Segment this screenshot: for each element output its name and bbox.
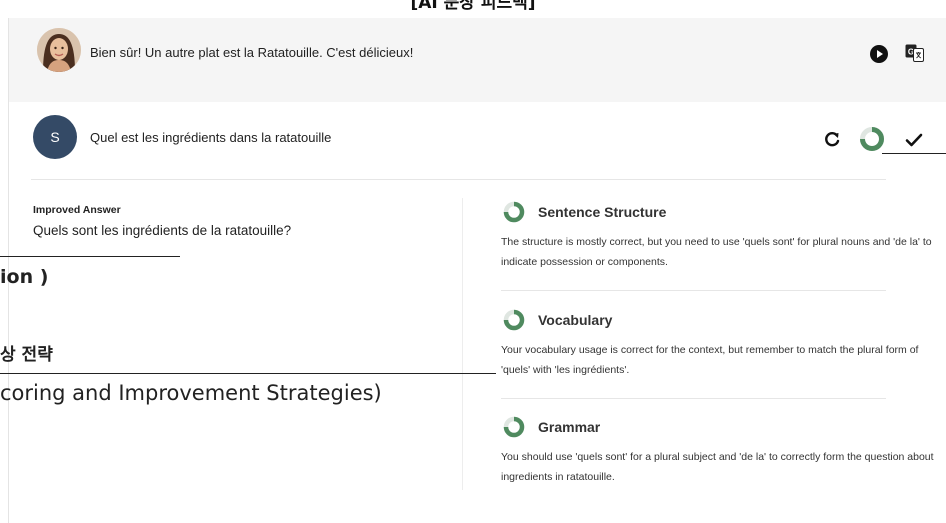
feedback-divider	[501, 398, 886, 399]
feedback-header: Sentence Structure	[501, 200, 941, 224]
ai-avatar	[37, 28, 81, 72]
score-ring-icon[interactable]	[859, 126, 885, 152]
column-divider	[462, 198, 463, 490]
user-message-row: S Quel est les ingrédients dans la ratat…	[9, 102, 946, 180]
ai-message-text: Bien sûr! Un autre plat est la Ratatouil…	[90, 45, 414, 60]
user-message-text: Quel est les ingrédients dans la ratatou…	[90, 130, 332, 145]
annotation-text: 상 전략	[0, 345, 53, 365]
feedback-text: You should use 'quels sont' for a plural…	[501, 451, 934, 483]
feedback-header: Vocabulary	[501, 308, 941, 332]
improved-answer-text: Quels sont les ingrédients de la ratatou…	[33, 223, 292, 238]
feedback-text: Your vocabulary usage is correct for the…	[501, 344, 919, 376]
feedback-item-vocabulary: Vocabulary Your vocabulary usage is corr…	[501, 308, 941, 380]
top-caption: [AI 문장 피드백]	[410, 0, 536, 13]
section-divider	[31, 179, 886, 180]
annotation-text: ion )	[0, 266, 49, 288]
annotation-line	[0, 256, 180, 257]
feedback-title: Grammar	[538, 419, 601, 435]
annotation-line	[0, 373, 496, 374]
feedback-header: Grammar	[501, 415, 941, 439]
annotation-text: coring and Improvement Strategies)	[0, 381, 382, 405]
feedback-item-grammar: Grammar You should use 'quels sont' for …	[501, 415, 941, 487]
feedback-divider	[501, 290, 886, 291]
score-ring-icon	[503, 416, 525, 438]
user-avatar: S	[33, 115, 77, 159]
avatar-portrait-icon	[37, 28, 81, 72]
translate-icon[interactable]: G	[905, 44, 924, 62]
play-audio-icon[interactable]	[870, 45, 888, 63]
score-ring-icon	[503, 309, 525, 331]
feedback-title: Vocabulary	[538, 312, 613, 328]
annotation-line	[882, 153, 946, 154]
check-icon[interactable]	[905, 132, 923, 148]
retry-icon[interactable]	[823, 130, 841, 148]
score-ring-icon	[503, 201, 525, 223]
chat-feedback-card: Bien sûr! Un autre plat est la Ratatouil…	[8, 18, 946, 523]
feedback-item-sentence-structure: Sentence Structure The structure is most…	[501, 200, 941, 272]
improved-answer-section: Improved Answer Quels sont les ingrédien…	[33, 204, 453, 238]
feedback-text: The structure is mostly correct, but you…	[501, 236, 932, 268]
feedback-title: Sentence Structure	[538, 204, 667, 220]
improved-answer-label: Improved Answer	[33, 204, 121, 216]
ai-message-row: Bien sûr! Un autre plat est la Ratatouil…	[9, 18, 946, 102]
